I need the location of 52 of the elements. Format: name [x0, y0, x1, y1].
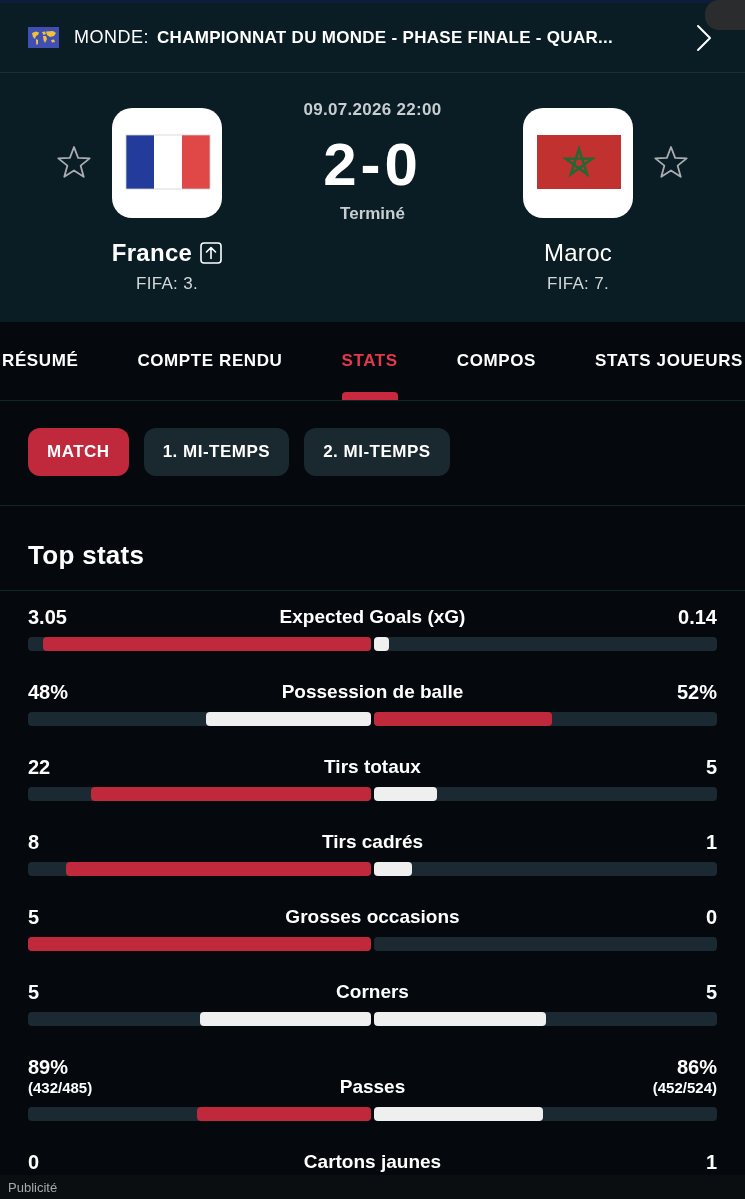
ad-label: Publicité	[8, 1179, 58, 1195]
stat-label: Grosses occasions	[285, 906, 460, 928]
stat-value: 0	[705, 906, 717, 928]
fifa-rank: FIFA: 7.	[547, 274, 609, 294]
floating-panel-edge	[705, 0, 745, 30]
stat-value: 89%	[28, 1056, 69, 1078]
stat-value: 5	[28, 981, 40, 1003]
stat-value: 5	[28, 906, 40, 928]
flag-icon	[523, 108, 633, 218]
stat-value: 8	[28, 831, 40, 853]
tab[interactable]: RÉSUMÉ	[2, 322, 79, 400]
stat-detail: (432/485)	[28, 1078, 93, 1098]
tab[interactable]: COMPTE RENDU	[137, 322, 283, 400]
stat-label: Cartons jaunes	[303, 1151, 442, 1173]
stat-value: 0.14	[678, 606, 717, 628]
stat-label: Possession de balle	[281, 681, 464, 703]
tab[interactable]: STATS	[341, 322, 398, 400]
match-score: 2-0	[323, 135, 422, 195]
match-status: Terminé	[340, 204, 405, 224]
stat-value: 3.05	[28, 606, 67, 628]
stat-value: 5	[705, 981, 717, 1003]
period-filter-button[interactable]: 2. MI-TEMPS	[304, 428, 450, 476]
period-filter-button[interactable]: 1. MI-TEMPS	[143, 428, 290, 476]
stat-label: Passes	[339, 1076, 406, 1098]
section-title: Top stats	[28, 540, 146, 570]
stat-label: Corners	[336, 981, 409, 1003]
stat-value: 0	[28, 1151, 40, 1173]
stat-value: 48%	[28, 681, 69, 703]
tab[interactable]: STATS JOUEURS	[595, 322, 743, 400]
stat-value: 52%	[676, 681, 717, 703]
star-icon[interactable]	[57, 146, 91, 180]
flag-icon	[112, 108, 222, 218]
world-map-icon	[28, 27, 59, 48]
fifa-rank: FIFA: 3.	[136, 274, 198, 294]
stat-value: 22	[28, 756, 51, 778]
stat-value: 1	[705, 831, 717, 853]
stat-label: Tirs totaux	[324, 756, 421, 778]
stat-value: 1	[705, 1151, 717, 1173]
chevron-right-icon[interactable]	[696, 23, 712, 52]
star-icon[interactable]	[654, 146, 688, 180]
stat-detail: (452/524)	[652, 1078, 717, 1098]
tab[interactable]: COMPOS	[456, 322, 536, 400]
competition-title[interactable]: CHAMPIONNAT DU MONDE - PHASE FINALE - QUAR...	[157, 27, 696, 48]
match-date: 09.07.2026 22:00	[303, 100, 442, 120]
team-name[interactable]: France	[111, 239, 193, 267]
team-name[interactable]: Maroc	[543, 239, 613, 267]
stat-value: 86%	[676, 1056, 717, 1078]
region-label: MONDE:	[74, 27, 149, 48]
stat-label: Tirs cadrés	[321, 831, 424, 853]
stat-value: 5	[705, 756, 717, 778]
period-filter-button[interactable]: MATCH	[28, 428, 129, 476]
stat-label: Expected Goals (xG)	[279, 606, 466, 628]
